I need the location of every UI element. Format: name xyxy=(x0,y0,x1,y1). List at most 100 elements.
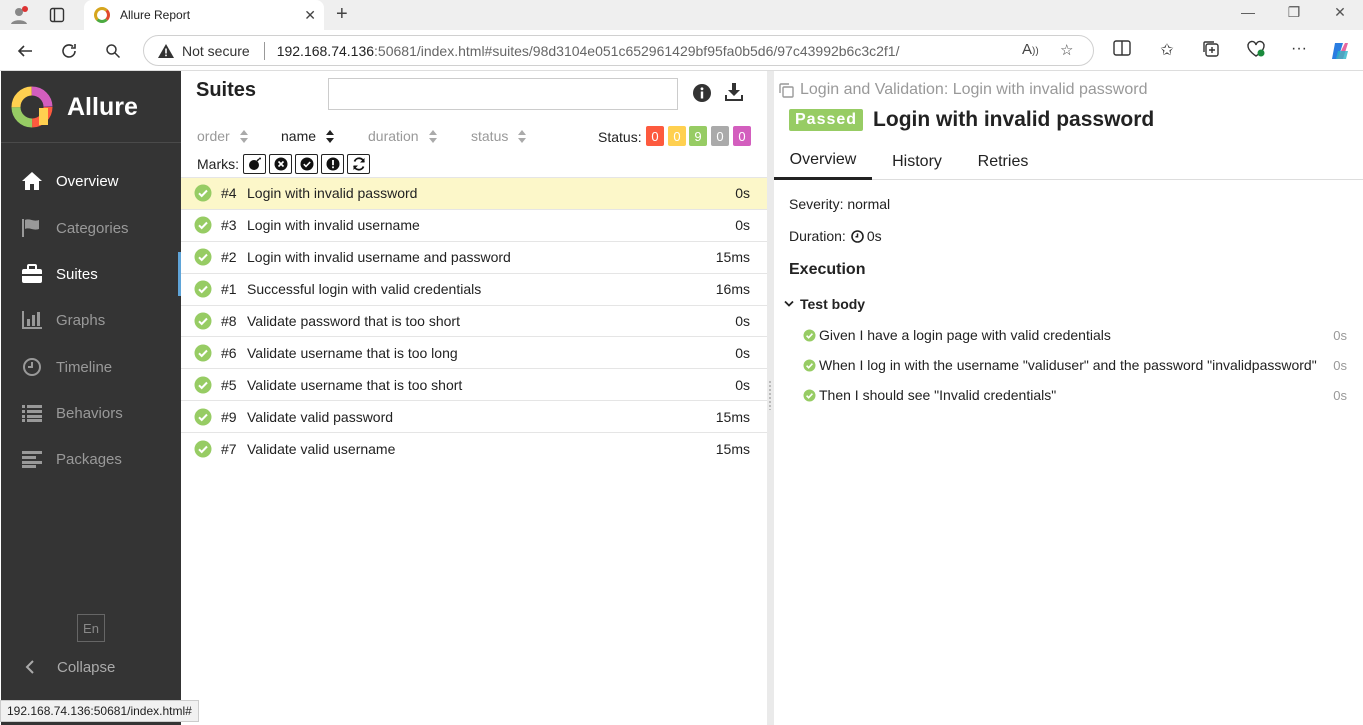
language-button[interactable]: En xyxy=(77,614,105,642)
allure-sidebar: Allure Overview Categories Suites Graphs… xyxy=(1,71,181,725)
sidebar-item-suites[interactable]: Suites xyxy=(1,252,181,296)
window-close-icon[interactable]: ✕ xyxy=(1330,4,1350,21)
browser-essentials-icon[interactable] xyxy=(1245,40,1267,63)
url-bar[interactable]: Not secure 192.168.74.136:50681/index.ht… xyxy=(143,35,1094,66)
collapse-button[interactable]: Collapse xyxy=(1,647,181,687)
sidebar-item-timeline[interactable]: Timeline xyxy=(1,345,181,389)
mark-new-broken-button[interactable] xyxy=(321,154,344,174)
test-body-toggle[interactable]: Test body xyxy=(784,296,865,312)
sort-toolbar: order name duration status Status: 0 0 9… xyxy=(181,126,767,148)
test-row[interactable]: #8 Validate password that is too short 0s xyxy=(181,304,767,337)
search-input[interactable] xyxy=(328,78,678,110)
mark-retries-button[interactable] xyxy=(347,154,370,174)
test-row[interactable]: #9 Validate valid password 15ms xyxy=(181,400,767,432)
sort-order[interactable]: order xyxy=(197,128,248,144)
sidebar-item-label: Behaviors xyxy=(56,404,123,422)
download-icon[interactable] xyxy=(724,82,744,105)
browser-tab[interactable]: Allure Report ✕ xyxy=(84,0,324,30)
test-name: Validate username that is too short xyxy=(247,376,463,393)
split-screen-icon[interactable] xyxy=(1111,40,1133,61)
read-aloud-icon[interactable]: A)) xyxy=(1022,41,1039,58)
test-step[interactable]: Then I should see "Invalid credentials" 0… xyxy=(803,387,1347,403)
tab-actions-icon[interactable] xyxy=(46,4,68,26)
exclamation-circle-icon xyxy=(326,157,339,171)
sidebar-item-overview[interactable]: Overview xyxy=(1,159,181,203)
favorite-star-icon[interactable]: ☆ xyxy=(1060,41,1073,59)
test-row[interactable]: #6 Validate username that is too long 0s xyxy=(181,336,767,368)
brand-name: Allure xyxy=(67,92,138,121)
sort-status[interactable]: status xyxy=(471,128,527,144)
status-filter-passed[interactable]: 9 xyxy=(689,126,707,146)
test-number: #4 xyxy=(221,185,237,202)
copilot-icon[interactable] xyxy=(1329,40,1351,67)
test-number: #5 xyxy=(221,376,237,393)
test-row[interactable]: #5 Validate username that is too short 0s xyxy=(181,368,767,400)
restore-icon[interactable]: ❐ xyxy=(1284,4,1304,21)
refresh-icon[interactable] xyxy=(57,39,81,63)
new-tab-icon[interactable]: + xyxy=(336,3,348,25)
sort-status-label: status xyxy=(471,128,509,144)
test-duration: 0s xyxy=(735,313,750,329)
sidebar-item-categories[interactable]: Categories xyxy=(1,206,181,250)
sidebar-item-label: Packages xyxy=(56,450,122,468)
minimize-icon[interactable]: — xyxy=(1238,4,1258,20)
splitter-grip[interactable] xyxy=(768,380,772,410)
sidebar-item-packages[interactable]: Packages xyxy=(1,437,181,481)
test-row[interactable]: #2 Login with invalid username and passwo… xyxy=(181,240,767,273)
severity: Severity: normal xyxy=(789,196,891,212)
more-menu-icon[interactable]: ··· xyxy=(1288,40,1310,58)
duration-label: Duration: xyxy=(789,228,846,244)
page-title: Suites xyxy=(196,79,257,101)
mark-new-passed-button[interactable] xyxy=(295,154,318,174)
favorites-icon[interactable]: ✩ xyxy=(1156,40,1178,60)
step-duration: 0s xyxy=(1333,357,1347,373)
test-row[interactable]: #1 Successful login with valid credential… xyxy=(181,272,767,305)
sort-duration[interactable]: duration xyxy=(368,128,437,144)
test-name: Login with invalid username and password xyxy=(247,249,511,266)
collapse-label: Collapse xyxy=(57,658,116,676)
breadcrumb[interactable]: Login and Validation: Login with invalid… xyxy=(779,81,1147,99)
test-row[interactable]: #3 Login with invalid username 0s xyxy=(181,208,767,241)
passed-check-icon xyxy=(194,376,212,394)
check-circle-icon xyxy=(300,157,313,171)
test-name: Successful login with valid credentials xyxy=(247,281,482,298)
mark-flaky-button[interactable] xyxy=(243,154,266,174)
brand[interactable]: Allure xyxy=(11,86,138,128)
warning-icon xyxy=(158,43,174,58)
status-filter-unknown[interactable]: 0 xyxy=(733,126,751,146)
tab-overview[interactable]: Overview xyxy=(774,143,872,180)
execution-heading: Execution xyxy=(789,261,866,278)
status-filter-skipped[interactable]: 0 xyxy=(711,126,729,146)
not-secure-label[interactable]: Not secure xyxy=(182,43,250,59)
times-circle-icon xyxy=(274,157,287,171)
info-icon[interactable] xyxy=(693,84,711,105)
test-number: #3 xyxy=(221,217,237,234)
test-row[interactable]: #7 Validate valid username 15ms xyxy=(181,432,767,464)
search-icon[interactable] xyxy=(101,39,125,63)
status-filter-failed[interactable]: 0 xyxy=(646,126,664,146)
test-duration: 0s xyxy=(735,344,750,361)
step-passed-icon xyxy=(803,329,816,342)
sidebar-item-graphs[interactable]: Graphs xyxy=(1,298,181,342)
passed-check-icon xyxy=(194,408,212,426)
tab-close-icon[interactable]: ✕ xyxy=(304,7,316,24)
sort-name[interactable]: name xyxy=(281,128,335,144)
sort-name-label: name xyxy=(281,128,317,144)
url-divider xyxy=(263,41,265,60)
sidebar-item-behaviors[interactable]: Behaviors xyxy=(1,391,181,435)
test-step[interactable]: Given I have a login page with valid cre… xyxy=(803,327,1347,343)
mark-new-failed-button[interactable] xyxy=(269,154,292,174)
test-row[interactable]: #4 Login with invalid password 0s xyxy=(181,177,767,209)
browser-tab-bar: Allure Report ✕ + — ❐ ✕ xyxy=(0,0,1363,30)
test-step[interactable]: When I log in with the username "validus… xyxy=(803,357,1347,373)
back-icon[interactable] xyxy=(13,39,37,63)
test-duration: 0s xyxy=(735,185,750,202)
test-duration: 15ms xyxy=(715,249,750,266)
status-filter-broken[interactable]: 0 xyxy=(668,126,686,146)
profile-icon[interactable] xyxy=(8,4,30,26)
sort-duration-label: duration xyxy=(368,128,419,144)
tab-retries[interactable]: Retries xyxy=(968,143,1038,180)
tab-history[interactable]: History xyxy=(880,143,954,180)
test-name: Login with invalid username xyxy=(247,217,420,234)
collections-icon[interactable] xyxy=(1200,40,1222,63)
